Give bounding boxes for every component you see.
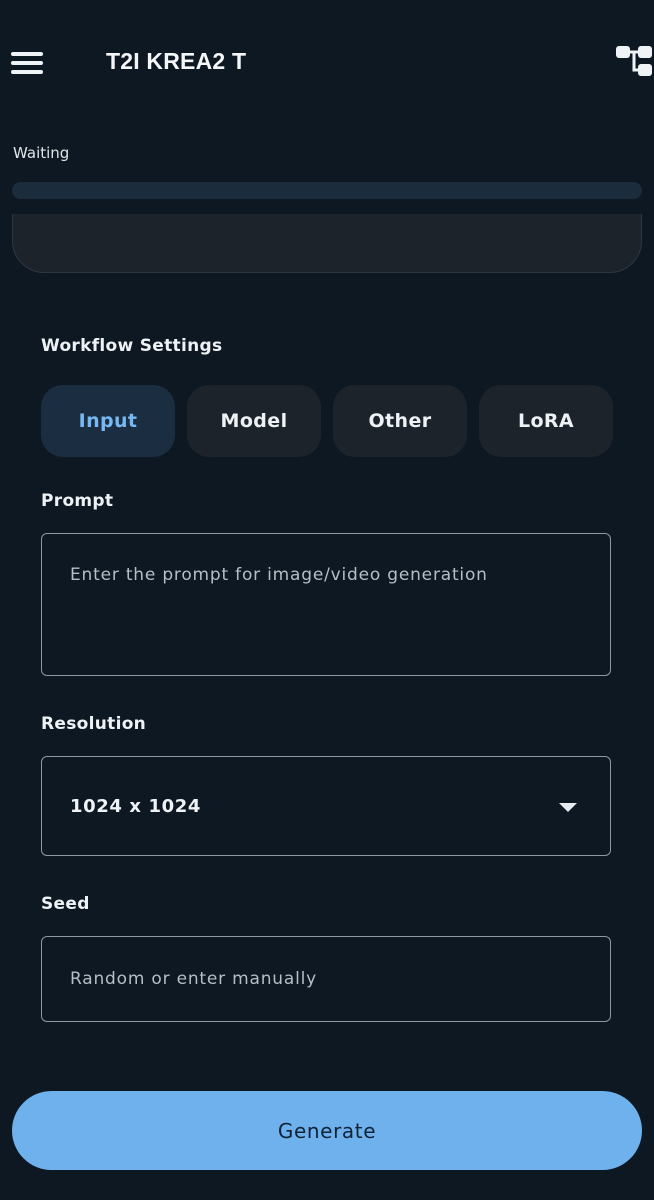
workflow-button[interactable] xyxy=(614,40,654,84)
tab-input[interactable]: Input xyxy=(41,385,175,457)
workflow-settings-title: Workflow Settings xyxy=(41,336,223,356)
tab-lora[interactable]: LoRA xyxy=(479,385,613,457)
top-app-bar: T2I KREA2 T xyxy=(0,0,654,124)
chevron-down-icon xyxy=(559,803,577,812)
prompt-input[interactable] xyxy=(42,534,610,675)
tab-other[interactable]: Other xyxy=(333,385,467,457)
resolution-label: Resolution xyxy=(41,714,147,734)
app-title: T2I KREA2 T xyxy=(106,48,247,74)
status-label: Waiting xyxy=(13,144,70,162)
settings-tabs: Input Model Other LoRA xyxy=(41,385,613,457)
preview-panel xyxy=(12,214,642,273)
prompt-label: Prompt xyxy=(41,491,114,511)
seed-field-container xyxy=(41,936,611,1022)
progress-bar xyxy=(12,182,642,199)
workflow-tree-icon xyxy=(616,46,652,76)
resolution-select[interactable]: 1024 x 1024 xyxy=(41,756,611,856)
app-screen: T2I KREA2 T Waiting Workflow Settings In… xyxy=(0,0,654,1200)
prompt-field-container xyxy=(41,533,611,676)
seed-label: Seed xyxy=(41,894,90,914)
seed-input[interactable] xyxy=(42,937,610,1021)
tab-model[interactable]: Model xyxy=(187,385,321,457)
resolution-value: 1024 x 1024 xyxy=(70,796,201,817)
menu-button[interactable] xyxy=(8,44,46,82)
generate-button[interactable]: Generate xyxy=(12,1091,642,1170)
